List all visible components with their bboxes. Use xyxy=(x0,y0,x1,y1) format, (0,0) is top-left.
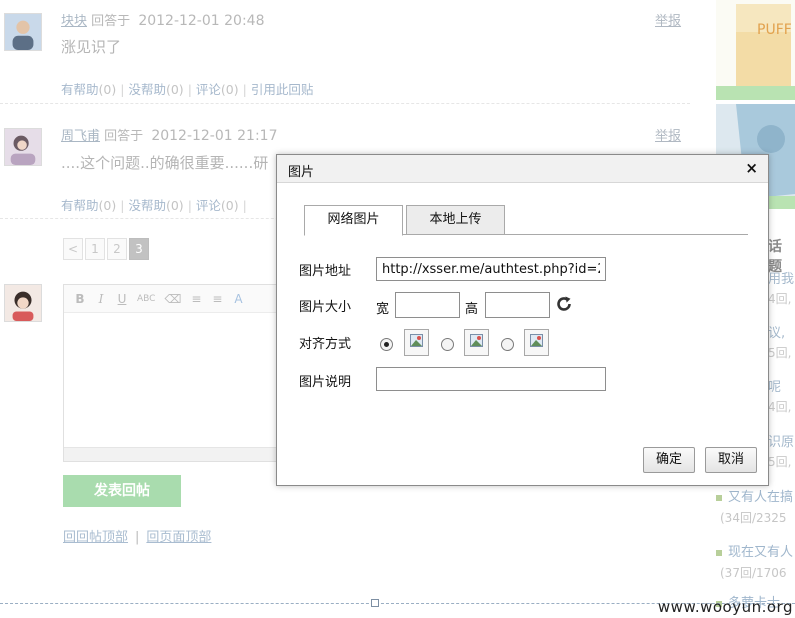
answered-label-2: 回答于 xyxy=(104,129,144,144)
unhelpful-count: (0) xyxy=(165,198,184,213)
sidebar-topic-stats: (37回/1706 xyxy=(720,566,787,580)
post-time-2: 2012-12-01 21:17 xyxy=(151,128,278,144)
align-none-icon[interactable] xyxy=(404,329,429,356)
svg-text:PUFF: PUFF xyxy=(757,22,792,38)
height-input[interactable] xyxy=(485,292,550,318)
align-right-radio[interactable] xyxy=(501,338,514,351)
ordered-list-icon[interactable]: ≡ xyxy=(190,292,202,306)
tab-web-image[interactable]: 网络图片 xyxy=(304,205,403,236)
post-actions-1: 有帮助(0) | 没帮助(0) | 评论(0) | 引用此回贴 xyxy=(61,82,314,97)
ad-image-1[interactable]: PUFF xyxy=(716,0,795,100)
align-left-radio[interactable] xyxy=(441,338,454,351)
answered-label-1: 回答于 xyxy=(91,14,131,29)
back-to-page-top-link[interactable]: 回页面顶部 xyxy=(146,530,211,545)
unhelpful-count: (0) xyxy=(165,82,184,97)
comment-link[interactable]: 评论 xyxy=(196,198,221,213)
image-dialog: 图片 × 网络图片 本地上传 图片地址 图片大小 宽 高 对齐方式 图片说明 确… xyxy=(276,154,769,486)
avatar-user-2[interactable] xyxy=(4,128,42,166)
helpful-link[interactable]: 有帮助 xyxy=(61,82,99,97)
align-right-icon[interactable] xyxy=(524,329,549,356)
eraser-icon[interactable]: ⌫ xyxy=(164,292,181,306)
post-actions-2: 有帮助(0) | 没帮助(0) | 评论(0) | xyxy=(61,198,247,213)
dialog-title: 图片 xyxy=(288,165,315,180)
image-url-input[interactable] xyxy=(376,257,606,281)
report-link-2[interactable]: 举报 xyxy=(655,125,681,144)
url-label: 图片地址 xyxy=(299,264,352,279)
submit-reply-button[interactable]: 发表回帖 xyxy=(63,475,181,507)
bullet-icon xyxy=(716,494,722,501)
italic-button[interactable]: I xyxy=(95,292,107,306)
sidebar-topic-stats: (34回/2325 xyxy=(720,511,787,525)
post-time-1: 2012-12-01 20:48 xyxy=(138,13,265,29)
refresh-icon[interactable] xyxy=(555,295,573,313)
pagination: < 1 2 3 xyxy=(63,238,149,260)
helpful-link[interactable]: 有帮助 xyxy=(61,198,99,213)
post-content-1: 涨见识了 xyxy=(61,38,122,56)
sidebar-fragment: 用我 xyxy=(768,272,795,287)
font-color-button[interactable]: A xyxy=(232,292,244,306)
post-divider xyxy=(0,103,690,104)
prev-page-button[interactable]: < xyxy=(63,238,83,260)
report-link-1[interactable]: 举报 xyxy=(655,10,681,29)
width-label: 宽 xyxy=(376,302,390,317)
align-none-radio[interactable] xyxy=(380,338,393,351)
quote-link[interactable]: 引用此回贴 xyxy=(251,82,314,97)
bullet-icon xyxy=(716,549,722,556)
comment-count: (0) xyxy=(220,198,239,213)
sidebar-fragment: 识原 xyxy=(768,435,795,450)
bold-button[interactable]: B xyxy=(74,292,86,306)
watermark: www.wooyun.org xyxy=(657,598,793,616)
close-icon[interactable]: × xyxy=(745,160,758,176)
sidebar-fragment: 呢 xyxy=(768,380,782,395)
sidebar-fragment: 5回, xyxy=(768,455,792,469)
page-3-button[interactable]: 3 xyxy=(129,238,149,260)
post-meta-2: 周飞甫 回答于 2012-12-01 21:17 xyxy=(61,125,277,144)
underline-button[interactable]: U xyxy=(116,292,128,306)
tab-local-upload[interactable]: 本地上传 xyxy=(406,205,505,235)
resize-handle[interactable] xyxy=(371,599,379,607)
unhelpful-link[interactable]: 没帮助 xyxy=(128,82,166,97)
page-1-button[interactable]: 1 xyxy=(85,238,105,260)
unordered-list-icon[interactable]: ≡ xyxy=(211,292,223,306)
cancel-button[interactable]: 取消 xyxy=(705,447,757,473)
sidebar-topic-item[interactable]: 又有人在搞 (34回/2325 xyxy=(716,486,793,526)
dialog-tabs: 网络图片 本地上传 xyxy=(304,205,748,236)
align-left-icon[interactable] xyxy=(464,329,489,356)
avatar-current-user xyxy=(4,284,42,322)
sidebar-fragment: 4回, xyxy=(768,292,792,306)
height-label: 高 xyxy=(465,302,479,317)
post-meta-1: 块块 回答于 2012-12-01 20:48 xyxy=(61,10,264,29)
sidebar-topic-title[interactable]: 又有人在搞 xyxy=(728,490,793,505)
sidebar-fragment: 议, xyxy=(768,326,786,341)
comment-count: (0) xyxy=(220,82,239,97)
width-input[interactable] xyxy=(395,292,460,318)
ok-button[interactable]: 确定 xyxy=(643,447,695,473)
avatar-user-1[interactable] xyxy=(4,13,42,51)
sidebar-topic-item[interactable]: 现在又有人 (37回/1706 xyxy=(716,541,793,581)
sidebar-fragment: 4回, xyxy=(768,400,792,414)
post-content-2: ....这个问题..的确很重要......研 xyxy=(61,154,269,172)
sidebar-fragment: 5回, xyxy=(768,346,792,360)
dialog-header[interactable]: 图片 × xyxy=(277,155,768,183)
page-2-button[interactable]: 2 xyxy=(107,238,127,260)
reply-editor[interactable]: B I U ABC ⌫ ≡ ≡ A xyxy=(63,284,278,462)
editor-resize-bar[interactable] xyxy=(64,447,277,461)
editor-toolbar: B I U ABC ⌫ ≡ ≡ A xyxy=(64,285,277,313)
unhelpful-link[interactable]: 没帮助 xyxy=(128,198,166,213)
align-label: 对齐方式 xyxy=(299,337,352,352)
post-author-2[interactable]: 周飞甫 xyxy=(61,129,100,144)
helpful-count: (0) xyxy=(98,82,117,97)
back-to-post-top-link[interactable]: 回回帖顶部 xyxy=(63,530,128,545)
post-author-1[interactable]: 块块 xyxy=(61,14,87,29)
size-label: 图片大小 xyxy=(299,300,352,315)
strikethrough-button[interactable]: ABC xyxy=(137,294,155,304)
image-description-input[interactable] xyxy=(376,367,606,391)
helpful-count: (0) xyxy=(98,198,117,213)
comment-link[interactable]: 评论 xyxy=(196,82,221,97)
description-label: 图片说明 xyxy=(299,375,352,390)
sidebar-topic-title[interactable]: 现在又有人 xyxy=(728,545,793,560)
bottom-links: 回回帖顶部 | 回页面顶部 xyxy=(63,530,212,545)
